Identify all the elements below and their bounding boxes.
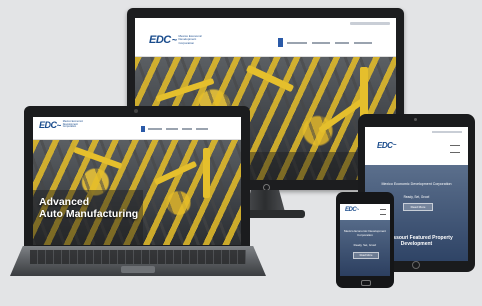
logo-tagline: Mexico Economic Development Corporation bbox=[178, 34, 203, 45]
desktop-logo[interactable]: EDC ~ Mexico Economic Development Corpor… bbox=[149, 34, 213, 46]
menu-icon[interactable] bbox=[450, 145, 460, 153]
logo-swoosh-icon: ~ bbox=[171, 35, 177, 45]
laptop-hero-image: Advanced Auto Manufacturing bbox=[33, 140, 241, 245]
hero-line-2: Auto Manufacturing bbox=[39, 208, 139, 221]
tablet-overlay-title: Mexico Economic Development Corporation bbox=[381, 182, 452, 186]
phone-overlay-title: Mexico Economic Development Corporation bbox=[343, 229, 387, 237]
logo-swoosh-icon: ~ bbox=[392, 142, 396, 149]
trackpad bbox=[121, 266, 155, 273]
hero-title: Advanced Auto Manufacturing bbox=[39, 196, 138, 220]
device-showcase: EDC ~ Mexico Economic Development Corpor… bbox=[0, 0, 482, 306]
nav-item-4[interactable] bbox=[354, 41, 372, 44]
power-button-icon[interactable] bbox=[263, 184, 270, 191]
tablet-logo[interactable]: EDC ~ bbox=[377, 141, 396, 150]
nav-item-4[interactable] bbox=[196, 128, 208, 130]
monitor-stand bbox=[245, 190, 285, 212]
nav-home-icon[interactable] bbox=[278, 38, 283, 47]
nav-item-3[interactable] bbox=[335, 41, 349, 44]
laptop-header: EDC ~ Mexico Economic Development Corpor… bbox=[33, 117, 241, 140]
nav-item-1[interactable] bbox=[148, 128, 162, 130]
nav-home-icon[interactable] bbox=[141, 126, 145, 132]
logo-swoosh-icon: ~ bbox=[356, 207, 359, 213]
laptop: EDC ~ Mexico Economic Development Corpor… bbox=[24, 106, 250, 248]
logo-mark: EDC bbox=[345, 207, 357, 213]
desktop-header: EDC ~ Mexico Economic Development Corpor… bbox=[135, 30, 396, 57]
webcam-icon bbox=[134, 109, 138, 113]
nav-item-2[interactable] bbox=[312, 41, 330, 44]
tablet-read-more-button[interactable]: Read More bbox=[403, 203, 433, 211]
phone-logo[interactable]: EDC ~ bbox=[345, 207, 359, 213]
phone: EDC ~ Mexico Economic Development Corpor… bbox=[336, 192, 394, 288]
home-button-icon[interactable] bbox=[412, 261, 420, 269]
phone-screen: EDC ~ Mexico Economic Development Corpor… bbox=[340, 204, 390, 276]
nav-item-3[interactable] bbox=[182, 128, 192, 130]
nav-item-2[interactable] bbox=[166, 128, 178, 130]
hero-line-1: Advanced bbox=[39, 196, 90, 208]
logo-mark: EDC bbox=[377, 141, 393, 150]
desktop-nav bbox=[278, 38, 372, 47]
laptop-logo[interactable]: EDC ~ Mexico Economic Development Corpor… bbox=[39, 120, 89, 130]
phone-read-more-button[interactable]: Read More bbox=[353, 252, 379, 259]
nav-item-1[interactable] bbox=[287, 41, 307, 44]
logo-tagline: Mexico Economic Development Corporation bbox=[62, 119, 84, 129]
laptop-screen: EDC ~ Mexico Economic Development Corpor… bbox=[33, 117, 241, 245]
laptop-nav bbox=[141, 126, 208, 132]
tablet-camera-icon bbox=[414, 118, 417, 121]
keyboard bbox=[30, 250, 246, 264]
logo-swoosh-icon: ~ bbox=[56, 120, 62, 130]
logo-mark: EDC bbox=[39, 120, 57, 130]
phone-overlay-sub: Ready, Set, Grow! bbox=[353, 243, 377, 247]
desktop-topbar bbox=[135, 18, 396, 30]
menu-icon[interactable] bbox=[380, 209, 386, 215]
phone-home-button-icon[interactable] bbox=[361, 280, 371, 286]
logo-mark: EDC bbox=[149, 34, 171, 46]
